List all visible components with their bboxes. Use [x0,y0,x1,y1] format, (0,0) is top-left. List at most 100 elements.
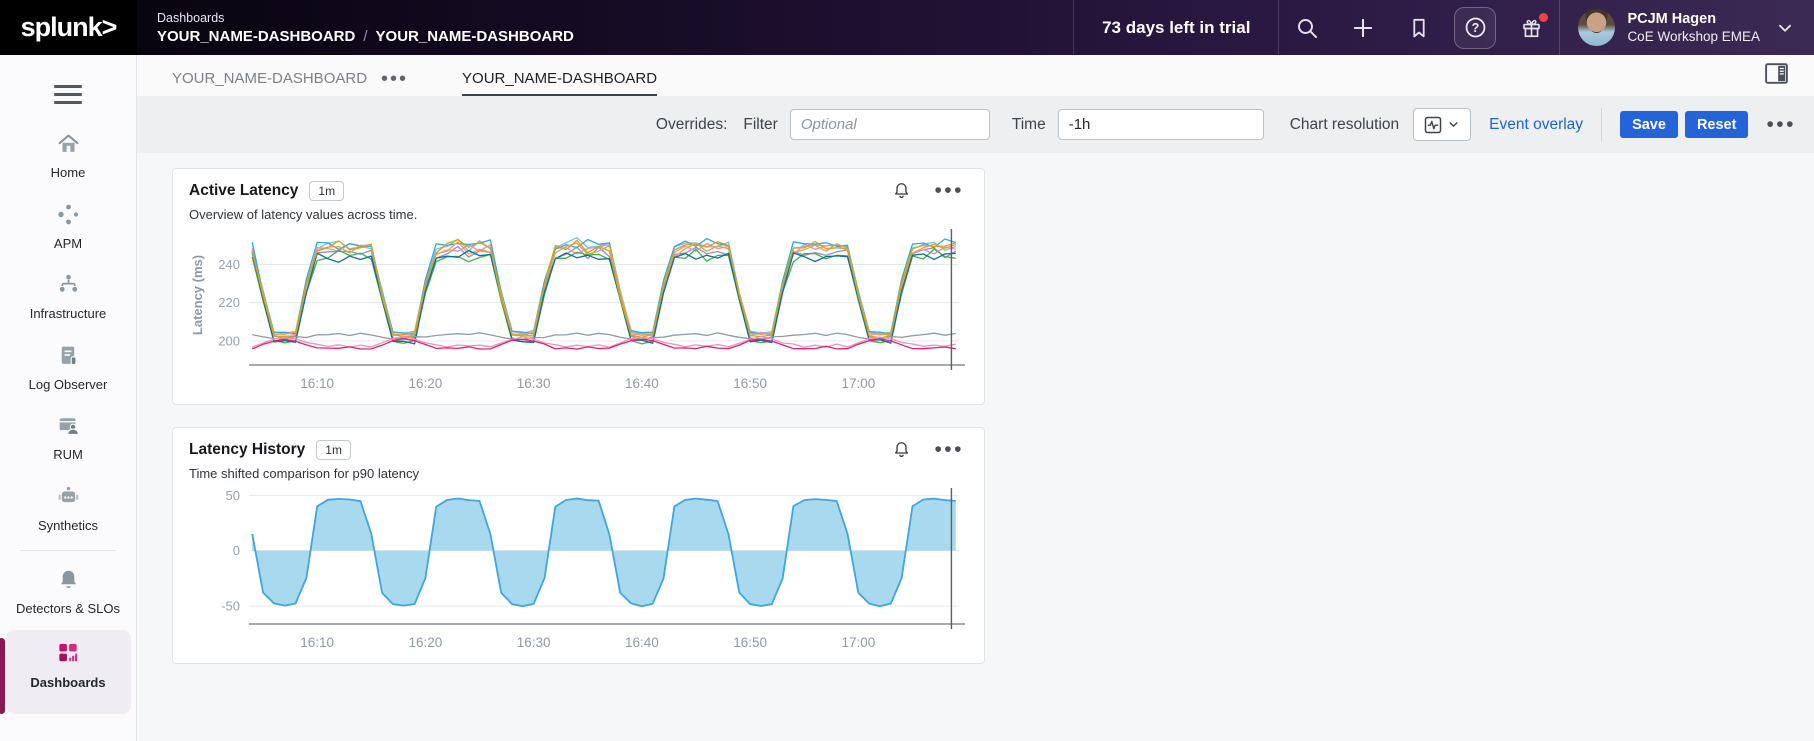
search-icon [1294,15,1320,41]
sidebar-menu-toggle[interactable] [48,77,88,111]
filter-input[interactable] [790,109,990,140]
sidebar-nav: Home APM Infrastructure [0,55,137,741]
toolbar-divider [1601,108,1602,142]
apm-icon [56,202,81,227]
overrides-toolbar: Overrides: Filter Time Chart resolution … [137,96,1814,153]
top-bar: splunk> Dashboards YOUR_NAME-DASHBOARD /… [0,0,1814,55]
svg-text:-50: -50 [221,598,240,613]
breadcrumb: Dashboards YOUR_NAME-DASHBOARD / YOUR_NA… [137,0,574,55]
sidebar-divider [20,550,116,551]
sidebar-item-detectors-slos[interactable]: Detectors & SLOs [6,557,131,628]
user-org: CoE Workshop EMEA [1627,29,1760,44]
trial-countdown: 73 days left in trial [1074,18,1278,38]
splunk-logo[interactable]: splunk> [0,0,137,55]
sidebar-item-infrastructure[interactable]: Infrastructure [6,262,131,333]
breadcrumb-section: Dashboards [157,11,574,25]
active-latency-chart[interactable]: 200220240Latency (ms)16:1016:2016:3016:4… [189,224,970,398]
chevron-down-icon [1446,117,1461,132]
resolution-pulse-icon [1423,115,1443,135]
user-name: PCJM Hagen [1627,11,1760,27]
svg-text:240: 240 [218,257,240,272]
sidebar-item-rum[interactable]: RUM [6,403,131,474]
filter-label: Filter [743,116,777,134]
event-overlay-link[interactable]: Event overlay [1489,116,1583,134]
time-input[interactable] [1058,109,1264,140]
sidebar-item-synthetics[interactable]: Synthetics [6,474,131,545]
home-icon [56,131,81,156]
create-button[interactable] [1335,0,1391,55]
chart-subtitle: Time shifted comparison for p90 latency [189,466,968,481]
log-observer-icon [56,343,81,368]
alert-bell-icon[interactable] [891,180,912,201]
infrastructure-icon [56,272,81,297]
notification-dot [1539,13,1548,22]
sidebar-item-label: Infrastructure [30,304,107,324]
reset-button[interactable]: Reset [1685,111,1749,138]
sidebar-item-label: Detectors & SLOs [16,599,120,619]
sidebar-item-apm[interactable]: APM [6,192,131,263]
whats-new-button[interactable] [1503,0,1559,55]
svg-text:16:20: 16:20 [409,376,443,391]
svg-text:16:10: 16:10 [300,635,334,650]
overrides-label: Overrides: [656,116,728,134]
help-icon: ? [1463,15,1488,40]
svg-text:16:30: 16:30 [517,635,551,650]
user-menu-chevron[interactable] [1774,17,1814,39]
svg-text:16:50: 16:50 [733,635,767,650]
svg-text:50: 50 [226,488,240,503]
breadcrumb-separator: / [363,28,367,45]
resolution-badge: 1m [309,181,344,201]
card-menu-icon[interactable]: ••• [934,187,964,195]
svg-text:220: 220 [218,295,240,310]
chart-title: Active Latency [189,182,298,200]
svg-text:0: 0 [233,543,240,558]
dashboard-grid: Active Latency 1m ••• Overview of latenc… [137,153,1814,741]
svg-text:16:40: 16:40 [625,635,659,650]
help-icon-frame: ? [1454,7,1496,49]
sidebar-item-dashboards[interactable]: Dashboards [6,630,131,715]
chart-subtitle: Overview of latency values across time. [189,207,968,222]
svg-text:16:20: 16:20 [409,635,443,650]
tab-dashboard-group[interactable]: YOUR_NAME-DASHBOARD [172,70,367,96]
save-button[interactable]: Save [1620,111,1678,138]
chart-card-latency-history: Latency History 1m ••• Time shifted comp… [172,427,985,664]
sidebar-item-home[interactable]: Home [6,121,131,192]
sidebar-item-label: RUM [53,445,83,465]
toolbar-menu-icon[interactable]: ••• [1766,121,1796,129]
svg-text:17:00: 17:00 [841,635,875,650]
rum-icon [56,413,81,438]
chevron-down-icon [1774,17,1796,39]
svg-text:?: ? [1472,21,1480,35]
hamburger-icon [54,85,82,88]
dashboards-icon [55,640,81,666]
chart-title: Latency History [189,441,305,459]
chart-resolution-dropdown[interactable] [1413,108,1471,141]
plus-icon [1350,15,1376,41]
svg-text:16:40: 16:40 [625,376,659,391]
user-menu[interactable]: PCJM Hagen CoE Workshop EMEA [1560,9,1774,46]
detectors-bell-icon [56,567,81,592]
chart-card-active-latency: Active Latency 1m ••• Overview of latenc… [172,168,985,405]
svg-text:16:30: 16:30 [517,376,551,391]
tab-group-menu-icon[interactable]: ••• [367,74,412,96]
breadcrumb-page[interactable]: YOUR_NAME-DASHBOARD [376,28,574,45]
splunk-logo-text: splunk> [21,12,117,43]
sidebar-item-label: Log Observer [29,375,108,395]
avatar [1578,9,1615,46]
card-menu-icon[interactable]: ••• [934,446,964,454]
sidebar-item-label: Dashboards [30,673,105,693]
panel-toggle-icon [1763,60,1790,87]
bookmarks-button[interactable] [1391,0,1447,55]
tab-dashboard-selected[interactable]: YOUR_NAME-DASHBOARD [462,70,657,96]
latency-history-chart[interactable]: -50 0 50 16:10 16:20 16:30 16:40 16:50 17:00 [189,483,970,657]
bookmark-icon [1407,16,1431,40]
alert-bell-icon[interactable] [891,439,912,460]
breadcrumb-group[interactable]: YOUR_NAME-DASHBOARD [157,28,355,45]
help-button[interactable]: ? [1447,0,1503,55]
time-label: Time [1012,116,1046,134]
info-panel-toggle[interactable] [1763,60,1790,96]
sidebar-item-log-observer[interactable]: Log Observer [6,333,131,404]
sidebar-item-label: Home [51,163,86,183]
search-button[interactable] [1279,0,1335,55]
chart-resolution-label: Chart resolution [1290,116,1399,134]
